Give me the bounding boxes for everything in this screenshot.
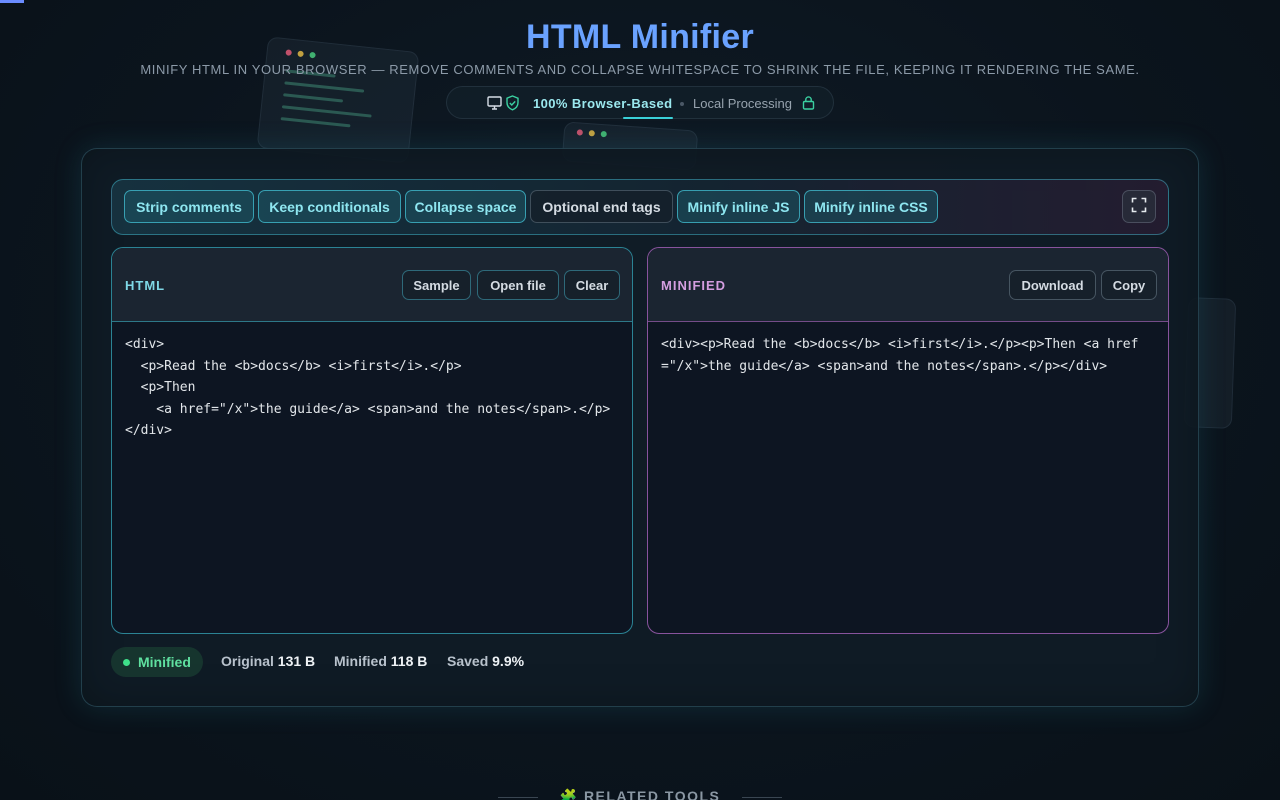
minified-size-value: 118 B bbox=[390, 653, 428, 669]
fullscreen-button[interactable] bbox=[1122, 190, 1156, 223]
minified-output[interactable]: <div><p>Read the <b>docs</b> <i>first</i… bbox=[661, 334, 1155, 377]
option-minify-inline-css[interactable]: Minify inline CSS bbox=[804, 190, 938, 223]
page-title: HTML Minifier bbox=[525, 18, 755, 56]
minified-size-label: Minified bbox=[334, 653, 387, 669]
related-tools-heading: 🧩 RELATED TOOLS bbox=[0, 788, 1280, 800]
monitor-icon bbox=[487, 96, 502, 113]
status-dot bbox=[123, 658, 130, 666]
page-subtitle: MINIFY HTML IN YOUR BROWSER — REMOVE COM… bbox=[140, 62, 1140, 77]
lock-icon bbox=[802, 95, 815, 113]
open-file-button[interactable]: Open file bbox=[477, 270, 559, 300]
fullscreen-icon bbox=[1131, 197, 1147, 216]
saved-stat: Saved 9.9% bbox=[447, 653, 524, 669]
saved-value: 9.9% bbox=[492, 653, 525, 669]
status-badge: Minified bbox=[111, 647, 203, 677]
option-strip-comments[interactable]: Strip comments bbox=[124, 190, 254, 223]
clear-button[interactable]: Clear bbox=[564, 270, 620, 300]
option-collapse-space[interactable]: Collapse space bbox=[405, 190, 526, 223]
divider-left bbox=[498, 796, 539, 798]
output-editor-label: MINIFIED bbox=[661, 278, 727, 293]
output-editor-header: MINIFIED Download Copy bbox=[648, 248, 1168, 322]
shield-check-icon bbox=[505, 95, 520, 114]
download-button[interactable]: Download bbox=[1009, 270, 1096, 300]
privacy-badge: 100% Browser-Based Local Processing bbox=[446, 86, 834, 119]
browser-based-label: 100% Browser-Based bbox=[533, 96, 673, 111]
sample-button[interactable]: Sample bbox=[402, 270, 471, 300]
copy-button[interactable]: Copy bbox=[1101, 270, 1157, 300]
input-editor-label: HTML bbox=[125, 278, 166, 293]
related-tools-label: RELATED TOOLS bbox=[583, 788, 721, 800]
option-minify-inline-js[interactable]: Minify inline JS bbox=[677, 190, 800, 223]
status-text: Minified bbox=[138, 654, 191, 670]
separator-dot bbox=[680, 102, 684, 106]
original-size-value: 131 B bbox=[277, 653, 316, 669]
original-size-stat: Original 131 B bbox=[221, 653, 315, 669]
divider-right bbox=[741, 796, 782, 798]
minified-size-stat: Minified 118 B bbox=[334, 653, 427, 669]
input-editor-header: HTML Sample Open file Clear bbox=[112, 248, 632, 322]
saved-label: Saved bbox=[447, 653, 489, 669]
badge-underline bbox=[623, 117, 673, 119]
html-input-textarea[interactable]: <div> <p>Read the <b>docs</b> <i>first</… bbox=[125, 334, 632, 442]
option-keep-conditionals[interactable]: Keep conditionals bbox=[258, 190, 401, 223]
output-editor: MINIFIED Download Copy <div><p>Read the … bbox=[647, 247, 1169, 634]
input-editor: HTML Sample Open file Clear <div> <p>Rea… bbox=[111, 247, 633, 634]
local-processing-label: Local Processing bbox=[693, 96, 792, 111]
puzzle-icon: 🧩 bbox=[559, 788, 579, 800]
option-optional-end-tags[interactable]: Optional end tags bbox=[530, 190, 673, 223]
original-size-label: Original bbox=[221, 653, 274, 669]
corner-accent bbox=[0, 0, 24, 3]
